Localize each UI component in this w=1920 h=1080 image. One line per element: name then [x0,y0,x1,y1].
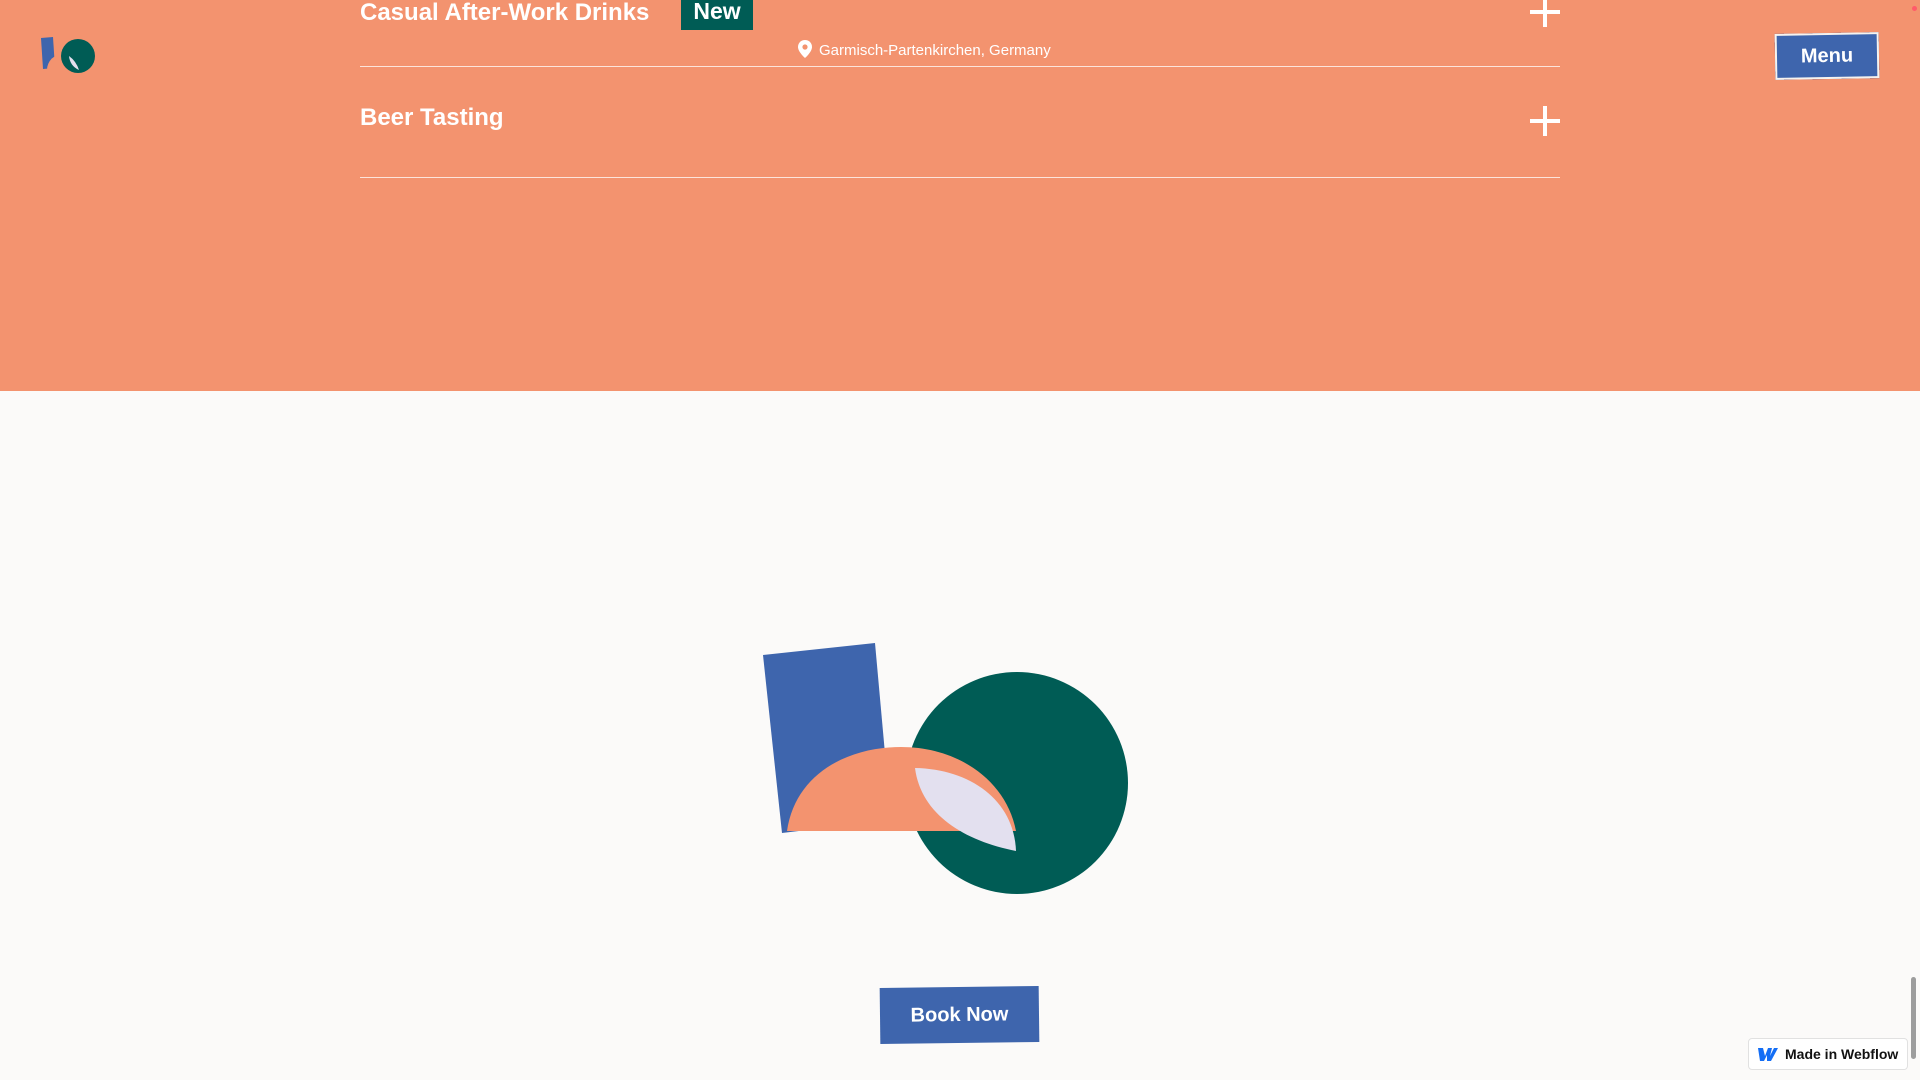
event-location-label: Garmisch-Partenkirchen, Germany [819,42,1051,59]
site-logo[interactable] [39,36,95,76]
page: Menu Casual After-Work Drinks New Garmis… [0,0,1920,1080]
brand-illustration [763,643,1128,894]
event-list: Casual After-Work Drinks New Garmisch-Pa… [360,0,1560,178]
event-row-casual-drinks[interactable]: Casual After-Work Drinks New Garmisch-Pa… [360,0,1560,67]
made-in-webflow-badge[interactable]: Made in Webflow [1748,1038,1908,1070]
event-title: Beer Tasting [360,104,504,131]
events-section: Menu Casual After-Work Drinks New Garmis… [0,0,1920,391]
plus-icon[interactable] [1530,0,1560,27]
event-title: Casual After-Work Drinks [360,0,650,26]
map-pin-icon [798,40,812,58]
made-in-webflow-label: Made in Webflow [1785,1046,1899,1062]
corner-indicator [1912,6,1917,11]
book-now-button[interactable]: Book Now [879,986,1040,1044]
plus-icon[interactable] [1530,106,1560,136]
page-scrollbar[interactable] [1911,977,1916,1059]
event-location: Garmisch-Partenkirchen, Germany [797,39,1051,59]
new-badge: New [681,0,753,30]
event-row-beer-tasting[interactable]: Beer Tasting [360,67,1560,178]
menu-button[interactable]: Menu [1774,32,1880,80]
webflow-logo-icon [1758,1048,1778,1061]
